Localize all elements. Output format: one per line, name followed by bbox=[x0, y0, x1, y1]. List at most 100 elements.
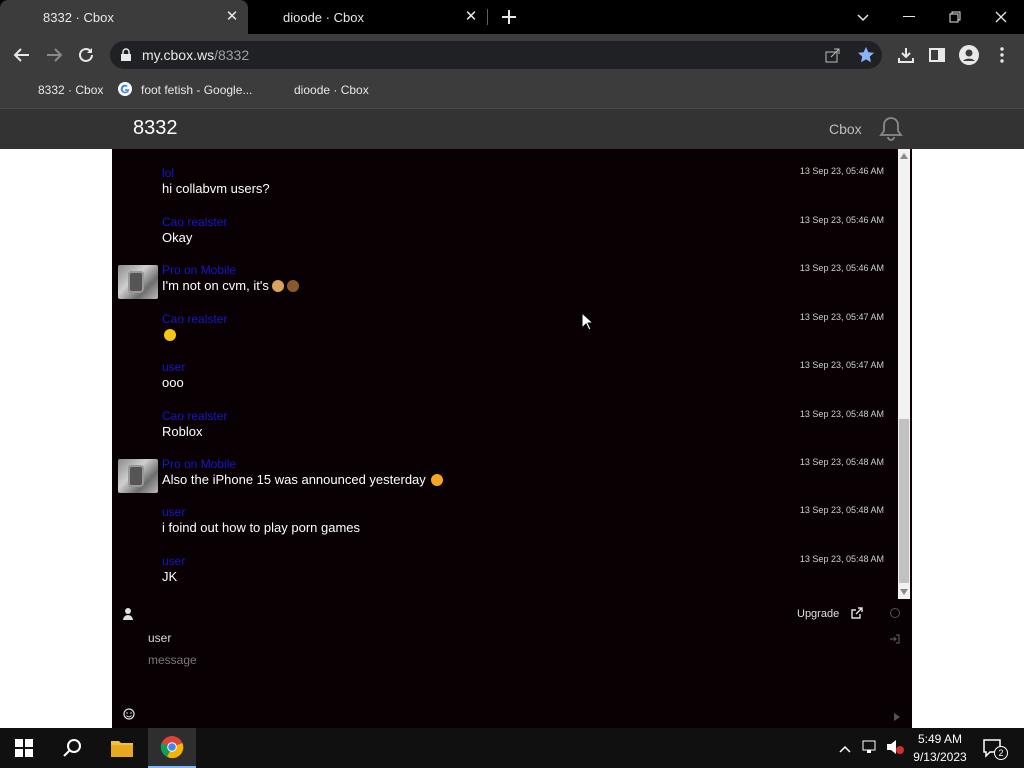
new-tab-icon[interactable] bbox=[500, 8, 518, 26]
tab-close-icon[interactable]: ✕ bbox=[463, 9, 479, 25]
message-timestamp: 13 Sep 23, 05:48 AM bbox=[799, 409, 884, 419]
download-icon[interactable] bbox=[892, 41, 920, 69]
chat-box: lol hi collabvm users? 13 Sep 23, 05:46 … bbox=[112, 149, 912, 728]
tab-close-icon[interactable]: ✕ bbox=[224, 9, 240, 25]
notification-count-badge: 2 bbox=[994, 746, 1008, 760]
message-timestamp: 13 Sep 23, 05:48 AM bbox=[799, 505, 884, 515]
tab-dioode[interactable]: dioode · Cbox bbox=[248, 0, 486, 34]
reload-icon[interactable] bbox=[72, 41, 100, 69]
brand-link[interactable]: Cbox bbox=[829, 121, 862, 137]
tab-title: dioode · Cbox bbox=[283, 9, 364, 25]
message-username[interactable]: lol bbox=[162, 166, 174, 180]
message-input[interactable]: message bbox=[148, 653, 197, 667]
avatar[interactable] bbox=[118, 459, 158, 493]
message-item: Pro on Mobile Also the iPhone 15 was ann… bbox=[112, 457, 896, 497]
file-explorer-folder-icon[interactable] bbox=[98, 728, 146, 768]
user-icon[interactable] bbox=[123, 607, 133, 625]
name-field[interactable]: user bbox=[148, 631, 171, 645]
restore-icon[interactable] bbox=[932, 0, 978, 34]
tab-title: 8332 · Cbox bbox=[43, 9, 114, 25]
message-text: I'm not on cvm, it's bbox=[162, 278, 269, 293]
notification-center-icon[interactable]: 2 bbox=[982, 738, 1008, 763]
upgrade-link[interactable]: Upgrade bbox=[797, 608, 839, 620]
bookmark-8332[interactable]: 8332 · Cbox bbox=[14, 76, 103, 104]
url-path: /8332 bbox=[214, 47, 250, 63]
browser-toolbar: my.cbox.ws/8332 bbox=[0, 34, 1024, 76]
clock-date[interactable]: 9/13/2023 bbox=[908, 750, 972, 764]
send-arrow-icon[interactable] bbox=[894, 708, 900, 726]
message-item: Cao realster Roblox 13 Sep 23, 05:48 AM bbox=[112, 409, 896, 449]
bookmark-label: dioode · Cbox bbox=[294, 83, 369, 97]
address-bar[interactable]: my.cbox.ws/8332 bbox=[110, 41, 882, 69]
url-text[interactable]: my.cbox.ws/8332 bbox=[142, 41, 249, 69]
scrollbar-thumb[interactable] bbox=[899, 419, 909, 583]
message-list[interactable]: lol hi collabvm users? 13 Sep 23, 05:46 … bbox=[112, 149, 896, 599]
poop-emoji-icon bbox=[286, 280, 299, 292]
message-text-row: Also the iPhone 15 was announced yesterd… bbox=[162, 472, 443, 487]
site-header: 8332 Cbox bbox=[0, 108, 1024, 149]
bookmark-dioode[interactable]: dioode · Cbox bbox=[270, 76, 369, 104]
bookmark-star-icon[interactable] bbox=[857, 46, 875, 69]
message-username[interactable]: user bbox=[162, 554, 185, 568]
windows-start-icon[interactable] bbox=[0, 728, 48, 768]
message-timestamp: 13 Sep 23, 05:46 AM bbox=[799, 215, 884, 225]
side-panel-icon[interactable] bbox=[923, 41, 951, 69]
message-text: Okay bbox=[162, 230, 193, 245]
message-item: Cao realster Okay 13 Sep 23, 05:46 AM bbox=[112, 215, 896, 255]
bookmark-google[interactable]: foot fetish - Google... bbox=[117, 76, 252, 104]
dog-emoji-icon bbox=[271, 280, 284, 292]
profile-avatar-icon[interactable] bbox=[955, 41, 983, 69]
network-icon[interactable] bbox=[862, 740, 880, 759]
scroll-up-arrow-icon[interactable] bbox=[900, 153, 908, 159]
message-text: i foind out how to play porn games bbox=[162, 520, 361, 535]
message-username[interactable]: Pro on Mobile bbox=[162, 263, 236, 277]
more-menu-icon[interactable] bbox=[988, 41, 1016, 69]
message-item: user i foind out how to play porn games … bbox=[112, 505, 896, 545]
tab-8332[interactable]: 8332 · Cbox bbox=[0, 0, 248, 34]
chrome-taskbar-icon[interactable] bbox=[148, 728, 196, 768]
lock-icon[interactable] bbox=[120, 48, 132, 67]
forward-arrow-icon[interactable] bbox=[40, 41, 68, 69]
message-username[interactable]: Pro on Mobile bbox=[162, 457, 236, 471]
bookmarks-bar: 8332 · Cbox foot fetish - Google... dioo… bbox=[0, 76, 1024, 108]
tab-search-chevron-down-icon[interactable] bbox=[840, 0, 886, 34]
message-username[interactable]: user bbox=[162, 505, 185, 519]
tab-strip: 8332 · Cbox ✕ dioode · Cbox ✕ bbox=[0, 0, 1024, 34]
status-circle-icon[interactable] bbox=[890, 608, 900, 618]
show-hidden-icons-chevron-up-icon[interactable] bbox=[838, 741, 852, 759]
smile-emoji-icon bbox=[164, 329, 176, 341]
message-timestamp: 13 Sep 23, 05:48 AM bbox=[799, 457, 884, 467]
popout-external-link-icon[interactable] bbox=[851, 606, 863, 624]
tab-separator bbox=[487, 9, 488, 25]
message-text: Also the iPhone 15 was announced yesterd… bbox=[162, 472, 426, 487]
emoji-smiley-icon[interactable] bbox=[123, 707, 135, 725]
message-text: Roblox bbox=[162, 424, 203, 439]
message-timestamp: 13 Sep 23, 05:46 AM bbox=[799, 263, 884, 273]
message-composer: Upgrade user message bbox=[112, 599, 912, 728]
message-username[interactable]: Cao realster bbox=[162, 409, 227, 423]
login-icon[interactable] bbox=[890, 631, 900, 649]
message-username[interactable]: user bbox=[162, 360, 185, 374]
volume-muted-icon[interactable] bbox=[886, 739, 904, 760]
close-window-icon[interactable] bbox=[978, 0, 1024, 34]
share-icon[interactable] bbox=[825, 47, 841, 68]
message-item: user ooo 13 Sep 23, 05:47 AM bbox=[112, 360, 896, 400]
back-arrow-icon[interactable] bbox=[8, 41, 36, 69]
message-username[interactable]: Cao realster bbox=[162, 312, 227, 326]
message-item: Cao realster 13 Sep 23, 05:47 AM bbox=[112, 312, 896, 352]
page-title[interactable]: 8332 bbox=[133, 117, 178, 140]
message-timestamp: 13 Sep 23, 05:46 AM bbox=[799, 166, 884, 176]
search-icon[interactable] bbox=[48, 728, 96, 768]
message-text: ooo bbox=[162, 375, 184, 390]
message-text: JK bbox=[162, 569, 178, 584]
bell-icon[interactable] bbox=[879, 116, 903, 147]
message-item: Pro on Mobile I'm not on cvm, it's 13 Se… bbox=[112, 263, 896, 303]
message-text-row: I'm not on cvm, it's bbox=[162, 278, 299, 293]
message-username[interactable]: Cao realster bbox=[162, 215, 227, 229]
scroll-down-arrow-icon[interactable] bbox=[900, 589, 908, 595]
message-timestamp: 13 Sep 23, 05:47 AM bbox=[799, 312, 884, 322]
avatar[interactable] bbox=[118, 265, 158, 299]
message-text-row bbox=[162, 327, 176, 342]
minimize-icon[interactable] bbox=[886, 0, 932, 34]
clock-time[interactable]: 5:49 AM bbox=[914, 732, 966, 746]
